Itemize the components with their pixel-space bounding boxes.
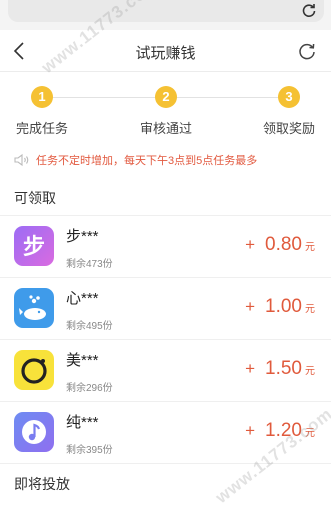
music-note-app-icon [14,412,54,452]
svg-text:步: 步 [23,234,45,260]
address-bar[interactable] [8,0,324,22]
task-row[interactable]: 心*** 剩余495份 +1.00 元 [0,277,331,339]
task-name: 纯*** [66,414,99,431]
step-3-badge: 3 [278,86,300,108]
progress-steps: 1 2 3 完成任务 审核通过 领取奖励 [0,86,331,146]
task-reward: +1.00 元 [245,296,315,318]
reward-plus: + [245,297,256,316]
task-row[interactable]: 步 步*** 剩余473份 +0.80 元 [0,215,331,277]
refresh-icon[interactable] [297,41,317,61]
camera-app-icon [14,350,54,390]
reload-icon[interactable] [301,2,317,18]
notice-bar: 任务不定时增加，每天下午3点到5点任务最多 [14,152,324,168]
task-remaining: 剩余296份 [66,383,113,394]
task-name: 心*** [66,290,99,307]
task-name: 步*** [66,228,99,245]
reward-amount: 1.50 [265,358,302,379]
whale-app-icon [14,288,54,328]
step-1-label: 完成任务 [15,121,68,136]
browser-bar [0,0,331,30]
reward-plus: + [245,235,256,254]
task-remaining: 剩余473份 [66,259,113,270]
step-app-icon: 步 [14,226,54,266]
task-name: 美*** [66,352,99,369]
task-reward: +1.50 元 [245,358,315,380]
step-2-badge: 2 [155,86,177,108]
step-1-badge: 1 [31,86,53,108]
reward-unit: 元 [305,304,315,315]
notice-text: 任务不定时增加，每天下午3点到5点任务最多 [36,155,258,167]
reward-unit: 元 [305,242,315,253]
speaker-icon [14,153,29,167]
section-title-upcoming: 即将投放 [14,476,70,492]
reward-unit: 元 [305,366,315,377]
task-remaining: 剩余395份 [66,445,113,456]
section-upcoming: 即将投放 [0,463,331,512]
step-3-label: 领取奖励 [262,121,315,136]
task-reward: +0.80 元 [245,234,315,256]
task-remaining: 剩余495份 [66,321,113,332]
reward-amount: 1.00 [265,296,302,317]
reward-plus: + [245,359,256,378]
task-row[interactable]: 美*** 剩余296份 +1.50 元 [0,339,331,401]
step-2-label: 审核通过 [139,121,192,136]
section-title-available: 可领取 [14,190,56,206]
reward-plus: + [245,421,256,440]
reward-amount: 0.80 [265,234,302,255]
